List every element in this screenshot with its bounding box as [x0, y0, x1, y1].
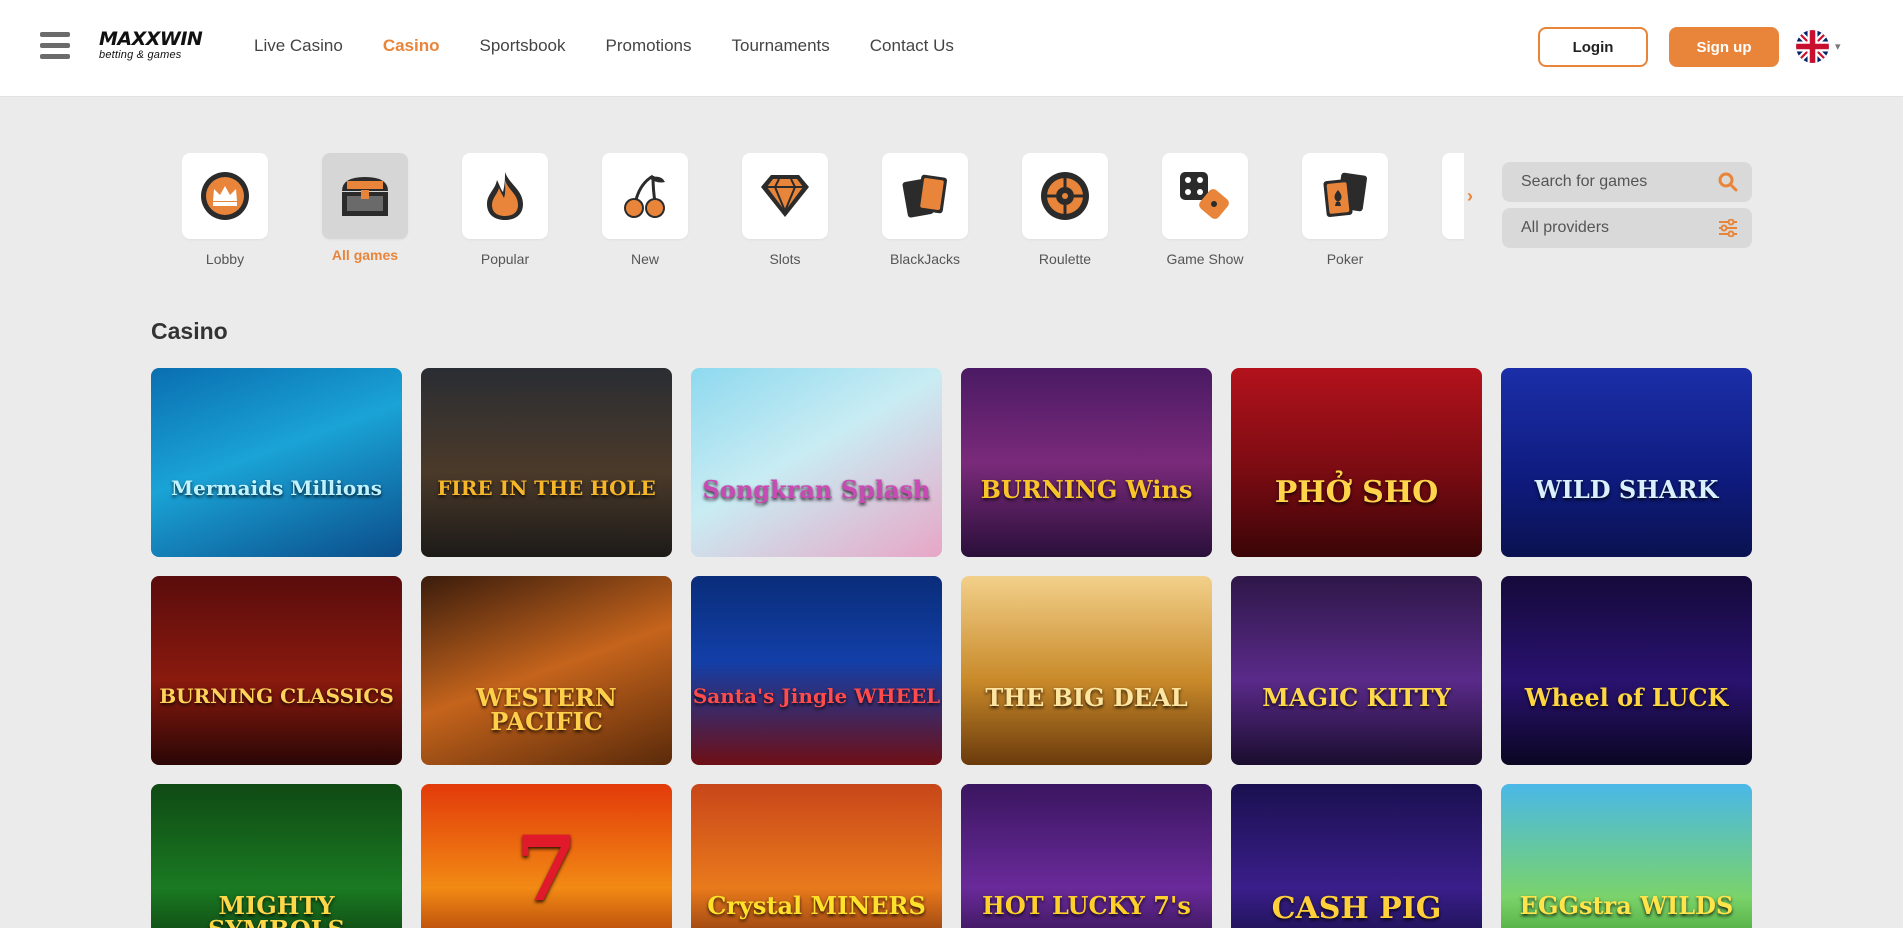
- game-title: MIGHTY SYMBOLS: [208, 891, 345, 928]
- game-tile[interactable]: WESTERN PACIFIC: [421, 576, 672, 765]
- game-title: WESTERN PACIFIC: [476, 683, 617, 736]
- search-input[interactable]: [1521, 173, 1711, 191]
- game-title: BURNING Wins: [980, 475, 1193, 504]
- chevron-right-icon[interactable]: ›: [1460, 153, 1480, 239]
- game-title: THE BIG DEAL: [985, 683, 1188, 712]
- roulette-icon: [1041, 172, 1089, 220]
- diamond-icon: [761, 175, 809, 217]
- category-all-games[interactable]: All games: [322, 153, 408, 263]
- nav-contact-us[interactable]: Contact Us: [870, 36, 954, 56]
- game-tile[interactable]: Songkran Splash: [691, 368, 942, 557]
- category-label: Popular: [480, 251, 530, 267]
- game-title: EGGstra WILDS: [1519, 891, 1734, 920]
- game-title: FIRE IN THE HOLE: [437, 476, 656, 500]
- category-label: BlackJacks: [889, 251, 961, 267]
- logo-sub: betting & games: [99, 49, 182, 61]
- nav-promotions[interactable]: Promotions: [606, 36, 692, 56]
- game-title: CASH PIG: [1271, 891, 1442, 926]
- category-label: Poker: [1326, 251, 1364, 267]
- cherries-icon: [624, 174, 665, 218]
- category-poker[interactable]: Poker: [1302, 153, 1388, 267]
- nav-tournaments[interactable]: Tournaments: [732, 36, 830, 56]
- language-selector[interactable]: ▾: [1796, 30, 1846, 64]
- cards-icon: [902, 174, 947, 218]
- crown-icon: [201, 172, 249, 220]
- providers-filter[interactable]: All providers: [1502, 208, 1752, 248]
- category-lobby[interactable]: Lobby: [182, 153, 268, 267]
- dice-icon: [1180, 172, 1229, 219]
- section-title: Casino: [151, 318, 228, 344]
- game-title: Wheel of LUCK: [1524, 683, 1729, 712]
- site-header: MAXXWIN betting & games Live Casino Casi…: [0, 0, 1903, 97]
- game-tile[interactable]: FIRE IN THE HOLE: [421, 368, 672, 557]
- search-icon[interactable]: [1718, 172, 1738, 192]
- category-slots[interactable]: Slots: [742, 153, 828, 267]
- game-tile[interactable]: 7: [421, 784, 672, 928]
- nav-live-casino[interactable]: Live Casino: [254, 36, 343, 56]
- game-title: Crystal MINERS: [707, 891, 926, 920]
- category-label: Roulette: [1038, 251, 1092, 267]
- category-label: Game Show: [1166, 251, 1244, 267]
- chest-icon: [342, 177, 388, 216]
- game-tile[interactable]: MIGHTY SYMBOLS: [151, 784, 402, 928]
- game-tile[interactable]: Mermaids Millions: [151, 368, 402, 557]
- game-tile[interactable]: HOT LUCKY 7's: [961, 784, 1212, 928]
- game-tile[interactable]: CASH PIG: [1231, 784, 1482, 928]
- game-title: Mermaids Millions: [171, 476, 382, 500]
- game-title: BURNING CLASSICS: [159, 684, 394, 708]
- login-button[interactable]: Login: [1538, 27, 1648, 67]
- game-title: Songkran Splash: [702, 475, 931, 504]
- game-tile[interactable]: Wheel of LUCK: [1501, 576, 1752, 765]
- search-box[interactable]: [1502, 162, 1752, 202]
- category-new[interactable]: New: [602, 153, 688, 267]
- game-title: HOT LUCKY 7's: [982, 891, 1191, 920]
- game-title: PHỞ SHO: [1274, 475, 1439, 510]
- category-label: Lobby: [205, 251, 245, 267]
- poker-cards-icon: [1323, 172, 1367, 217]
- site-logo[interactable]: MAXXWIN betting & games: [99, 30, 221, 64]
- game-tile[interactable]: EGGstra WILDS: [1501, 784, 1752, 928]
- category-roulette[interactable]: Roulette: [1022, 153, 1108, 267]
- flame-icon: [487, 172, 523, 220]
- category-label: Slots: [769, 251, 801, 267]
- chevron-down-icon: ▾: [1835, 41, 1841, 53]
- game-title: 7: [515, 816, 578, 922]
- nav-sportsbook[interactable]: Sportsbook: [480, 36, 566, 56]
- category-game-show[interactable]: Game Show: [1162, 153, 1248, 267]
- game-tile[interactable]: BURNING Wins: [961, 368, 1212, 557]
- menu-icon[interactable]: [40, 32, 70, 60]
- game-title: Santa's Jingle WHEEL: [692, 684, 941, 708]
- game-title: WILD SHARK: [1534, 475, 1719, 504]
- nav-casino[interactable]: Casino: [383, 36, 440, 56]
- game-tile[interactable]: Santa's Jingle WHEEL: [691, 576, 942, 765]
- game-tile[interactable]: PHỞ SHO: [1231, 368, 1482, 557]
- category-bar: Lobby All games Popular New Slots BlackJ…: [182, 153, 1464, 278]
- game-tile[interactable]: Crystal MINERS: [691, 784, 942, 928]
- game-title: MAGIC KITTY: [1262, 683, 1451, 712]
- logo-main: MAXXWIN: [99, 28, 203, 50]
- uk-flag-icon: [1796, 30, 1829, 63]
- providers-label: All providers: [1521, 219, 1610, 236]
- game-tile[interactable]: BURNING CLASSICS: [151, 576, 402, 765]
- category-label: All games: [331, 247, 399, 263]
- category-popular[interactable]: Popular: [462, 153, 548, 267]
- game-tile[interactable]: MAGIC KITTY: [1231, 576, 1482, 765]
- category-label: New: [630, 251, 659, 267]
- signup-button[interactable]: Sign up: [1669, 27, 1779, 67]
- main-nav: Live Casino Casino Sportsbook Promotions…: [254, 36, 994, 56]
- filter-icon: [1719, 219, 1737, 237]
- category-blackjacks[interactable]: BlackJacks: [882, 153, 968, 267]
- game-tile[interactable]: THE BIG DEAL: [961, 576, 1212, 765]
- game-tile[interactable]: WILD SHARK: [1501, 368, 1752, 557]
